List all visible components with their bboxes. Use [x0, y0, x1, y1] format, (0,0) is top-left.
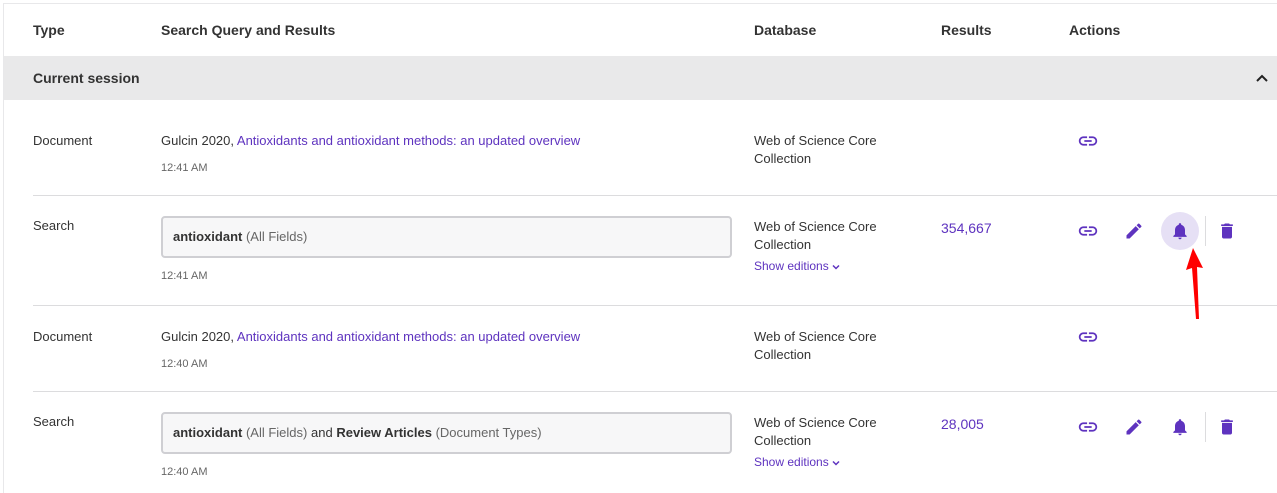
copy-link-button[interactable] — [1069, 408, 1107, 446]
database-name: Web of Science Core Collection — [754, 414, 894, 450]
database-name: Web of Science Core Collection — [754, 132, 894, 168]
copy-link-button[interactable] — [1069, 122, 1107, 160]
row-timestamp: 12:40 AM — [161, 466, 208, 478]
document-reference: Gulcin 2020, Antioxidants and antioxidan… — [161, 329, 580, 344]
column-header-type: Type — [33, 22, 65, 38]
query-term: antioxidant — [173, 425, 243, 440]
database-line-1: Web of Science Core — [754, 133, 877, 148]
search-query-box[interactable]: antioxidant (All Fields) — [161, 216, 732, 258]
link-icon — [1078, 422, 1098, 432]
query-term-2: Review Articles — [336, 425, 432, 440]
database-line-1: Web of Science Core — [754, 329, 877, 344]
document-author-year: Gulcin 2020, — [161, 329, 234, 344]
delete-search-button[interactable] — [1208, 408, 1246, 446]
history-row-3: Document Gulcin 2020, Antioxidants and a… — [33, 306, 1277, 392]
database-line-2: Collection — [754, 151, 812, 166]
show-editions-link[interactable]: Show editions — [754, 455, 841, 469]
copy-link-button[interactable] — [1069, 318, 1107, 356]
row-type: Document — [33, 329, 93, 344]
pencil-icon — [1126, 419, 1142, 435]
action-divider — [1205, 216, 1206, 246]
chevron-down-icon — [832, 460, 840, 466]
database-line-1: Web of Science Core — [754, 415, 877, 430]
row-type: Document — [33, 133, 93, 148]
edit-search-button[interactable] — [1115, 212, 1153, 250]
delete-search-button[interactable] — [1208, 212, 1246, 250]
action-divider — [1205, 412, 1206, 442]
database-line-1: Web of Science Core — [754, 219, 877, 234]
results-count-link[interactable]: 354,667 — [941, 220, 992, 236]
link-icon — [1078, 332, 1098, 342]
column-header-database: Database — [754, 22, 817, 38]
chevron-down-icon — [832, 264, 840, 270]
row-timestamp: 12:40 AM — [161, 358, 208, 370]
history-row-1: Document Gulcin 2020, Antioxidants and a… — [33, 100, 1277, 196]
query-field-2: (Document Types) — [435, 425, 542, 440]
bell-icon — [1173, 419, 1187, 436]
table-header: Type Search Query and Results Database R… — [4, 4, 1277, 56]
database-name: Web of Science Core Collection — [754, 328, 894, 364]
row-timestamp: 12:41 AM — [161, 162, 208, 174]
current-session-bar[interactable]: Current session — [4, 56, 1277, 100]
pencil-icon — [1126, 223, 1142, 239]
database-name: Web of Science Core Collection — [754, 218, 894, 254]
show-editions-label: Show editions — [754, 455, 829, 469]
query-field: (All Fields) — [245, 229, 308, 244]
database-line-2: Collection — [754, 347, 812, 362]
query-term: antioxidant — [173, 229, 243, 244]
row-timestamp: 12:41 AM — [161, 270, 208, 282]
row-type: Search — [33, 414, 75, 429]
session-label: Current session — [33, 70, 140, 86]
chevron-up-icon[interactable] — [1254, 70, 1270, 86]
results-count-link[interactable]: 28,005 — [941, 416, 984, 432]
column-header-actions: Actions — [1069, 22, 1121, 38]
document-reference: Gulcin 2020, Antioxidants and antioxidan… — [161, 133, 580, 148]
create-alert-button[interactable] — [1161, 212, 1199, 250]
edit-search-button[interactable] — [1115, 408, 1153, 446]
link-icon — [1078, 136, 1098, 146]
create-alert-button[interactable] — [1161, 408, 1199, 446]
document-title-link[interactable]: Antioxidants and antioxidant methods: an… — [237, 133, 580, 148]
query-field: (All Fields) — [245, 425, 308, 440]
bell-icon — [1173, 223, 1187, 240]
row-type: Search — [33, 218, 75, 233]
link-icon — [1078, 226, 1098, 236]
search-query-box[interactable]: antioxidant (All Fields) and Review Arti… — [161, 412, 732, 454]
search-history-table: Type Search Query and Results Database R… — [3, 3, 1277, 493]
column-header-results: Results — [941, 22, 992, 38]
trash-icon — [1221, 419, 1233, 435]
document-author-year: Gulcin 2020, — [161, 133, 234, 148]
show-editions-label: Show editions — [754, 259, 829, 273]
document-title-link[interactable]: Antioxidants and antioxidant methods: an… — [237, 329, 580, 344]
history-row-2: Search antioxidant (All Fields) 12:41 AM… — [33, 196, 1277, 306]
show-editions-link[interactable]: Show editions — [754, 259, 841, 273]
history-row-4: Search antioxidant (All Fields) and Revi… — [33, 392, 1277, 493]
query-operator: and — [311, 425, 333, 440]
database-line-2: Collection — [754, 433, 812, 448]
trash-icon — [1221, 223, 1233, 239]
column-header-query: Search Query and Results — [161, 22, 336, 38]
copy-link-button[interactable] — [1069, 212, 1107, 250]
database-line-2: Collection — [754, 237, 812, 252]
